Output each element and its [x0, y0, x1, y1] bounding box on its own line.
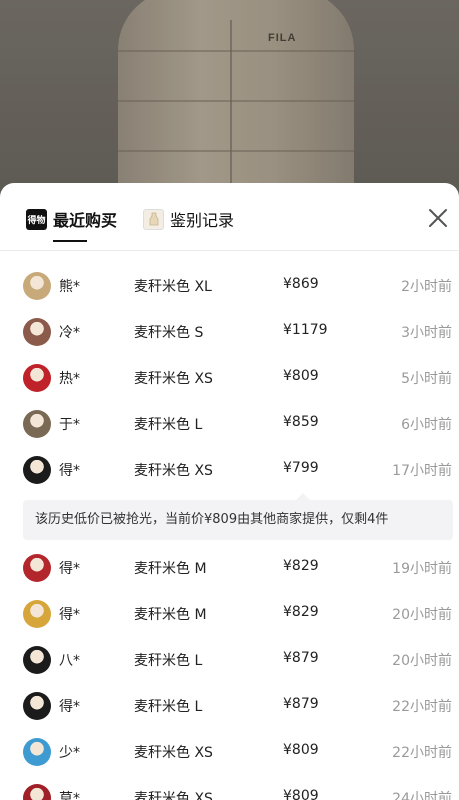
price: ¥1179	[283, 322, 328, 338]
tab-label: 鉴别记录	[170, 211, 235, 230]
price: ¥799	[283, 460, 319, 476]
time-ago: 3小时前	[401, 325, 452, 341]
time-ago: 17小时前	[392, 463, 452, 479]
price: ¥809	[283, 368, 319, 384]
price: ¥809	[283, 788, 319, 800]
dewu-logo-icon: 得物	[26, 208, 47, 230]
avatar	[23, 600, 51, 628]
product-spec: 麦秆米色 XS	[134, 463, 213, 479]
close-icon[interactable]	[427, 207, 449, 229]
product-spec: 麦秆米色 S	[134, 325, 204, 341]
product-spec: 麦秆米色 L	[134, 653, 203, 669]
tab-label: 最近购买	[53, 211, 118, 230]
product-spec: 麦秆米色 XS	[134, 791, 213, 800]
active-tab-indicator	[53, 240, 87, 242]
buyer-name: 熊*	[59, 279, 80, 295]
time-ago: 19小时前	[392, 561, 452, 577]
buyer-name: 少*	[59, 745, 80, 761]
price-notice: 该历史低价已被抢光，当前价¥809由其他商家提供，仅剩4件	[23, 500, 453, 540]
product-spec: 麦秆米色 L	[134, 699, 203, 715]
purchase-records-sheet: 得物 最近购买 鉴别记录 熊* 麦秆米色 XL ¥869 2小时前 冷* 麦秆米…	[0, 183, 459, 800]
tab-bar: 得物 最近购买 鉴别记录	[0, 183, 459, 251]
price: ¥879	[283, 696, 319, 712]
tab-recent-purchases[interactable]: 得物 最近购买	[26, 207, 117, 231]
price: ¥869	[283, 276, 319, 292]
record-row[interactable]: 得* 麦秆米色 M ¥829 19小时前	[0, 545, 459, 591]
price: ¥859	[283, 414, 319, 430]
product-spec: 麦秆米色 XS	[134, 371, 213, 387]
time-ago: 22小时前	[392, 745, 452, 761]
buyer-name: 冷*	[59, 325, 80, 341]
product-spec: 麦秆米色 XL	[134, 279, 212, 295]
price: ¥809	[283, 742, 319, 758]
avatar	[23, 410, 51, 438]
price: ¥829	[283, 604, 319, 620]
buyer-name: 得*	[59, 699, 80, 715]
avatar	[23, 784, 51, 800]
avatar	[23, 318, 51, 346]
record-row[interactable]: 热* 麦秆米色 XS ¥809 5小时前	[0, 355, 459, 401]
time-ago: 6小时前	[401, 417, 452, 433]
time-ago: 22小时前	[392, 699, 452, 715]
record-row[interactable]: 八* 麦秆米色 L ¥879 20小时前	[0, 637, 459, 683]
buyer-name: 得*	[59, 463, 80, 479]
time-ago: 5小时前	[401, 371, 452, 387]
time-ago: 20小时前	[392, 653, 452, 669]
avatar	[23, 364, 51, 392]
price: ¥879	[283, 650, 319, 666]
record-row[interactable]: 冷* 麦秆米色 S ¥1179 3小时前	[0, 309, 459, 355]
product-spec: 麦秆米色 L	[134, 417, 203, 433]
price: ¥829	[283, 558, 319, 574]
time-ago: 2小时前	[401, 279, 452, 295]
appraisal-icon	[143, 208, 164, 230]
tab-appraisal-records[interactable]: 鉴别记录	[143, 207, 234, 231]
notice-pointer	[296, 493, 310, 500]
time-ago: 20小时前	[392, 607, 452, 623]
product-spec: 麦秆米色 M	[134, 607, 207, 623]
record-row[interactable]: 于* 麦秆米色 L ¥859 6小时前	[0, 401, 459, 447]
time-ago: 24小时前	[392, 791, 452, 800]
buyer-name: 于*	[59, 417, 80, 433]
buyer-name: 得*	[59, 607, 80, 623]
avatar	[23, 554, 51, 582]
record-row[interactable]: 少* 麦秆米色 XS ¥809 22小时前	[0, 729, 459, 775]
product-spec: 麦秆米色 M	[134, 561, 207, 577]
record-row[interactable]: 草* 麦秆米色 XS ¥809 24小时前	[0, 775, 459, 800]
buyer-name: 八*	[59, 653, 80, 669]
product-image: FILA	[0, 0, 459, 200]
avatar	[23, 646, 51, 674]
record-row[interactable]: 熊* 麦秆米色 XL ¥869 2小时前	[0, 263, 459, 309]
avatar	[23, 456, 51, 484]
buyer-name: 得*	[59, 561, 80, 577]
buyer-name: 草*	[59, 791, 80, 800]
avatar	[23, 692, 51, 720]
product-spec: 麦秆米色 XS	[134, 745, 213, 761]
avatar	[23, 272, 51, 300]
record-row[interactable]: 得* 麦秆米色 XS ¥799 17小时前	[0, 447, 459, 493]
buyer-name: 热*	[59, 371, 80, 387]
record-row[interactable]: 得* 麦秆米色 M ¥829 20小时前	[0, 591, 459, 637]
record-row[interactable]: 得* 麦秆米色 L ¥879 22小时前	[0, 683, 459, 729]
avatar	[23, 738, 51, 766]
